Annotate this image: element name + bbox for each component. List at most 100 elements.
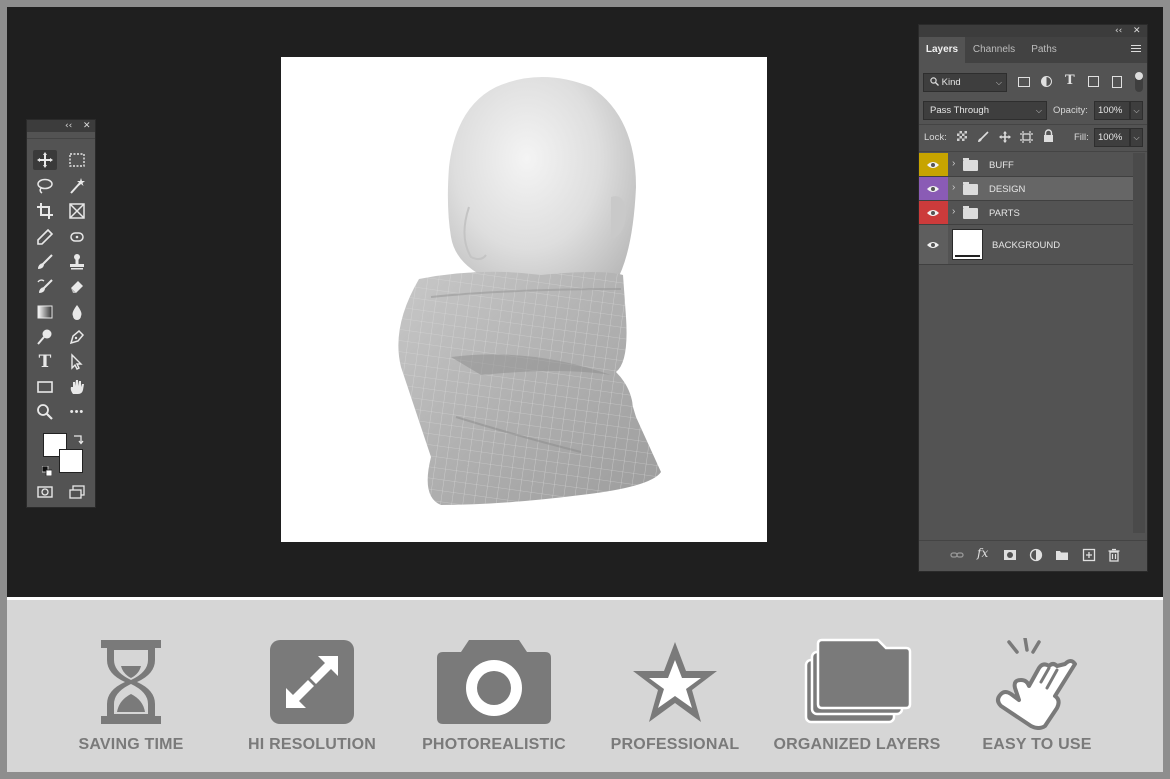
close-icon[interactable]: ✕ bbox=[83, 120, 91, 132]
feature-label: EASY TO USE bbox=[982, 736, 1092, 753]
feature-easy-to-use: EASY TO USE bbox=[942, 630, 1132, 760]
layers-panel-header: ‹‹ ✕ bbox=[919, 25, 1147, 37]
layers-panel: ‹‹ ✕ Layers Channels Paths Kind ⌵ T Pass… bbox=[918, 24, 1148, 572]
tools-panel-grip[interactable] bbox=[27, 132, 95, 139]
close-icon[interactable]: ✕ bbox=[1133, 25, 1141, 37]
eye-icon bbox=[927, 185, 939, 192]
filter-kind-select[interactable]: Kind ⌵ bbox=[923, 73, 1007, 92]
filter-smart-object-icon[interactable] bbox=[1112, 76, 1122, 88]
hand-icon[interactable] bbox=[65, 377, 89, 397]
visibility-toggle[interactable] bbox=[919, 201, 948, 224]
screen-mode-icon[interactable] bbox=[65, 482, 89, 502]
star-icon bbox=[633, 642, 717, 722]
type-icon[interactable]: T bbox=[33, 352, 57, 372]
swap-colors-icon[interactable] bbox=[72, 432, 84, 445]
layer-row-design[interactable]: › DESIGN bbox=[919, 177, 1133, 201]
blend-mode-select[interactable]: Pass Through ⌵ bbox=[923, 101, 1047, 120]
expand-icon bbox=[270, 640, 354, 724]
search-icon bbox=[930, 77, 939, 86]
visibility-toggle[interactable] bbox=[919, 153, 948, 176]
path-selection-icon[interactable] bbox=[65, 352, 89, 372]
layer-style-icon[interactable]: fx bbox=[977, 546, 991, 560]
eyedropper-icon[interactable] bbox=[33, 227, 57, 247]
filter-kind-value: Kind bbox=[941, 77, 961, 88]
layer-row-background[interactable]: BACKGROUND bbox=[919, 225, 1133, 265]
folder-icon bbox=[963, 158, 978, 171]
lock-transparent-icon[interactable] bbox=[957, 131, 967, 141]
visibility-toggle[interactable] bbox=[919, 177, 948, 200]
zoom-icon[interactable] bbox=[33, 402, 57, 422]
opacity-dropdown-icon[interactable]: ⌵ bbox=[1130, 101, 1143, 120]
feature-label: SAVING TIME bbox=[78, 736, 184, 753]
folders-icon bbox=[804, 638, 912, 724]
opacity-label: Opacity: bbox=[1053, 105, 1088, 116]
collapse-icon[interactable]: ‹‹ bbox=[65, 120, 72, 132]
quick-mask-icon[interactable] bbox=[33, 482, 57, 502]
expand-chevron-icon[interactable]: › bbox=[952, 182, 955, 193]
layers-panel-footer: fx bbox=[919, 540, 1147, 571]
panel-tabs: Layers Channels Paths bbox=[919, 37, 1147, 63]
layers-scrollbar[interactable] bbox=[1133, 153, 1145, 533]
lock-artboard-icon[interactable] bbox=[1020, 130, 1033, 148]
layer-row-parts[interactable]: › PARTS bbox=[919, 201, 1133, 225]
tools-panel: ‹‹ ✕ T ••• bbox=[26, 119, 96, 508]
blur-icon[interactable] bbox=[65, 302, 89, 322]
adjustment-layer-icon[interactable] bbox=[1029, 548, 1043, 562]
spot-healing-icon[interactable] bbox=[65, 227, 89, 247]
filter-type-icon[interactable]: T bbox=[1065, 73, 1075, 88]
visibility-toggle[interactable] bbox=[919, 225, 948, 264]
dodge-icon[interactable] bbox=[33, 327, 57, 347]
lock-position-icon[interactable] bbox=[999, 130, 1011, 148]
tab-channels[interactable]: Channels bbox=[967, 37, 1021, 63]
filter-pixel-icon[interactable] bbox=[1018, 77, 1030, 87]
background-color-swatch[interactable] bbox=[59, 449, 83, 473]
lock-image-icon[interactable] bbox=[977, 130, 989, 148]
rectangle-icon[interactable] bbox=[33, 377, 57, 397]
lasso-icon[interactable] bbox=[33, 176, 57, 196]
expand-chevron-icon[interactable]: › bbox=[952, 206, 955, 217]
more-tools-icon[interactable]: ••• bbox=[65, 402, 89, 422]
fill-dropdown-icon[interactable]: ⌵ bbox=[1130, 128, 1143, 147]
move-tool-icon[interactable] bbox=[33, 150, 57, 170]
gradient-icon[interactable] bbox=[33, 302, 57, 322]
magic-wand-icon[interactable] bbox=[65, 176, 89, 196]
rectangular-marquee-icon[interactable] bbox=[65, 150, 89, 170]
tab-paths[interactable]: Paths bbox=[1023, 37, 1065, 63]
panel-menu-icon[interactable] bbox=[1131, 45, 1141, 54]
brush-icon[interactable] bbox=[33, 252, 57, 272]
filter-adjustment-icon[interactable] bbox=[1041, 76, 1052, 87]
opacity-input[interactable]: 100% bbox=[1094, 101, 1130, 120]
add-mask-icon[interactable] bbox=[1003, 548, 1017, 562]
feature-saving-time: SAVING TIME bbox=[36, 630, 226, 760]
tools-panel-header: ‹‹ ✕ bbox=[27, 120, 95, 132]
delete-layer-icon[interactable] bbox=[1107, 548, 1121, 562]
filter-shape-icon[interactable] bbox=[1088, 76, 1099, 87]
layer-name: BACKGROUND bbox=[992, 240, 1061, 251]
pen-icon[interactable] bbox=[65, 327, 89, 347]
document-canvas[interactable] bbox=[281, 57, 767, 542]
layer-row-buff[interactable]: › BUFF bbox=[919, 153, 1133, 177]
feature-professional: PROFESSIONAL bbox=[580, 630, 770, 760]
clone-stamp-icon[interactable] bbox=[65, 252, 89, 272]
feature-label: PROFESSIONAL bbox=[610, 736, 740, 753]
new-layer-icon[interactable] bbox=[1082, 548, 1096, 562]
tab-layers[interactable]: Layers bbox=[919, 37, 965, 63]
filter-toggle-icon[interactable] bbox=[1135, 72, 1143, 92]
crop-icon[interactable] bbox=[33, 201, 57, 221]
feature-label: HI RESOLUTION bbox=[248, 736, 376, 753]
frame-icon[interactable] bbox=[65, 201, 89, 221]
new-group-icon[interactable] bbox=[1055, 548, 1069, 562]
layer-name: PARTS bbox=[989, 208, 1020, 219]
eraser-icon[interactable] bbox=[65, 277, 89, 297]
collapse-icon[interactable]: ‹‹ bbox=[1115, 25, 1122, 37]
expand-chevron-icon[interactable]: › bbox=[952, 158, 955, 169]
fill-input[interactable]: 100% bbox=[1094, 128, 1130, 147]
history-brush-icon[interactable] bbox=[33, 277, 57, 297]
default-colors-icon[interactable] bbox=[41, 463, 53, 477]
lock-all-icon[interactable] bbox=[1043, 129, 1054, 147]
link-layers-icon[interactable] bbox=[950, 548, 964, 562]
mockup-image bbox=[398, 77, 661, 505]
blend-mode-value: Pass Through bbox=[930, 105, 989, 116]
fill-label: Fill: bbox=[1074, 132, 1089, 143]
eye-icon bbox=[927, 209, 939, 216]
